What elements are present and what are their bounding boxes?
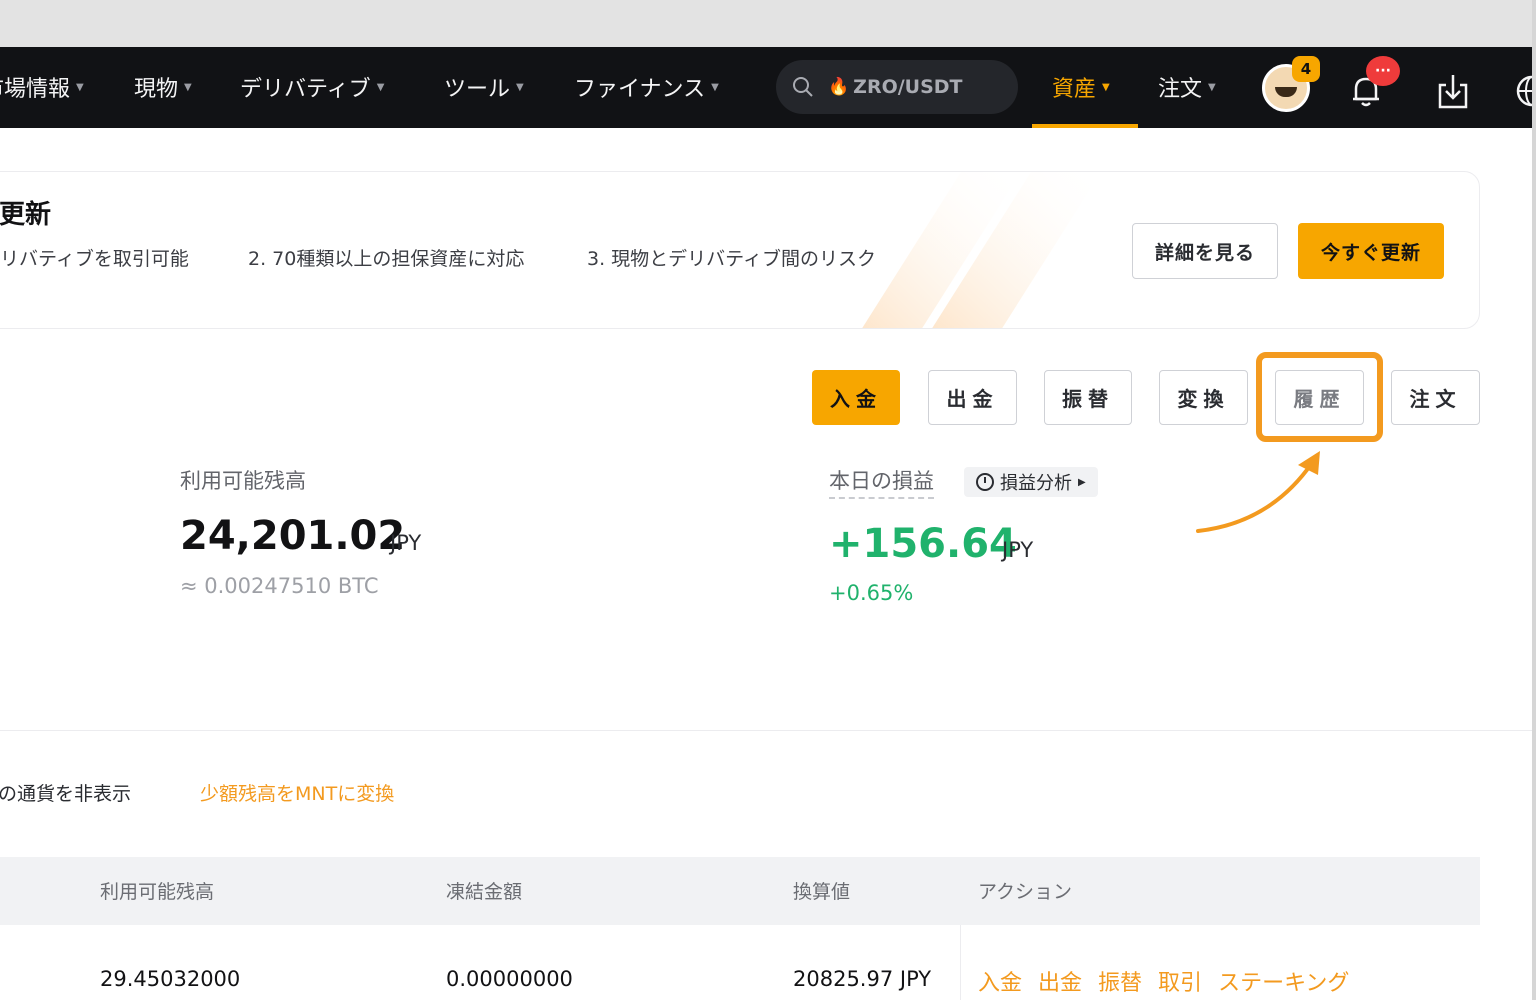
row-transfer-link[interactable]: 振替 — [1098, 965, 1142, 997]
chevron-right-icon: ▶ — [1078, 476, 1086, 488]
column-separator — [960, 925, 961, 1000]
page: 市場情報 ▼ 現物 ▼ デリバティブ ▼ ツール ▼ ファイナンス ▼ 🔥 ZRO/USD… — [0, 47, 1532, 1000]
nav-spot[interactable]: 現物 ▼ — [134, 69, 192, 105]
caret-down-icon: ▼ — [76, 81, 84, 93]
caret-down-icon: ▼ — [1102, 81, 1110, 93]
orders-button[interactable]: 注文 — [1391, 370, 1480, 425]
search-value: ZRO/USDT — [853, 76, 963, 98]
nav-label: デリバティブ — [240, 77, 371, 102]
convert-small-balance-link[interactable]: 少額残高をMNTに変換 — [200, 779, 394, 806]
row-trade-link[interactable]: 取引 — [1158, 965, 1202, 997]
row-withdraw-link[interactable]: 出金 — [1038, 965, 1082, 997]
globe-icon[interactable] — [1512, 71, 1532, 111]
today-pnl-value: +156.64 — [829, 521, 1017, 567]
upgrade-now-button[interactable]: 今すぐ更新 — [1298, 223, 1444, 279]
nav-assets[interactable]: 資産 ▼ — [1052, 69, 1110, 105]
nav-market-info[interactable]: 市場情報 ▼ — [0, 69, 84, 105]
nav-label: 注文 — [1158, 77, 1203, 102]
browser-chrome — [0, 0, 1536, 47]
pnl-analysis-label: 損益分析 — [1000, 473, 1072, 494]
deposit-button[interactable]: 入金 — [812, 370, 900, 425]
available-balance-value: 24,201.02 — [180, 513, 406, 559]
caret-down-icon: ▼ — [516, 81, 524, 93]
caret-down-icon: ▼ — [184, 81, 192, 93]
nav-label: 現物 — [134, 77, 179, 102]
notification-badge: ··· — [1366, 56, 1400, 86]
search-icon — [793, 77, 813, 97]
nav-label: 資産 — [1052, 77, 1097, 102]
caret-down-icon: ▼ — [1208, 81, 1216, 93]
active-tab-underline — [1032, 124, 1138, 128]
available-balance-unit: JPY — [390, 531, 422, 555]
today-pnl-label[interactable]: 本日の損益 — [829, 465, 934, 499]
download-icon[interactable] — [1434, 71, 1472, 111]
today-pnl-unit: JPY — [1002, 538, 1034, 562]
cell-available: 29.45032000 — [100, 967, 241, 991]
row-actions: 入金 出金 振替 取引 ステーキング — [978, 965, 1349, 997]
banner-point-3: 3. 現物とデリバティブ間のリスク — [587, 248, 877, 270]
pnl-analysis-link[interactable]: 損益分析 ▶ — [964, 467, 1098, 497]
clock-icon — [976, 473, 994, 491]
window-edge — [1532, 0, 1536, 1000]
today-pnl-percent: +0.65% — [829, 581, 914, 605]
search-input[interactable]: 🔥 ZRO/USDT — [776, 60, 1018, 114]
section-divider — [0, 730, 1532, 731]
header-frozen: 凍結金額 — [446, 881, 523, 903]
convert-button[interactable]: 変換 — [1159, 370, 1248, 425]
available-balance-label: 利用可能残高 — [180, 469, 306, 493]
header-actions: アクション — [978, 881, 1073, 903]
nav-label: 市場情報 — [0, 77, 71, 102]
nav-finance[interactable]: ファイナンス ▼ — [574, 69, 719, 105]
avatar-badge: 4 — [1292, 56, 1320, 82]
withdraw-button[interactable]: 出金 — [928, 370, 1017, 425]
details-button[interactable]: 詳細を見る — [1132, 223, 1278, 279]
history-highlight — [1256, 352, 1383, 442]
nav-orders[interactable]: 注文 ▼ — [1158, 69, 1216, 105]
transfer-button[interactable]: 振替 — [1044, 370, 1132, 425]
fire-icon: 🔥 — [828, 77, 850, 97]
table-header: 利用可能残高 凍結金額 換算値 アクション — [0, 857, 1480, 925]
nav-label: ツール — [444, 77, 511, 102]
top-nav: 市場情報 ▼ 現物 ▼ デリバティブ ▼ ツール ▼ ファイナンス ▼ 🔥 ZRO/USD… — [0, 47, 1532, 128]
cell-frozen: 0.00000000 — [446, 967, 573, 991]
avatar-face — [1275, 87, 1297, 97]
cell-converted: 20825.97 JPY — [793, 967, 932, 991]
nav-derivatives[interactable]: デリバティブ ▼ — [240, 69, 384, 105]
hide-zero-toggle[interactable]: ゼロの通貨を非表示 — [0, 779, 131, 806]
banner-point-1: デリバティブを取引可能 — [0, 248, 189, 270]
nav-tools[interactable]: ツール ▼ — [444, 69, 524, 105]
row-deposit-link[interactable]: 入金 — [978, 965, 1022, 997]
banner-title: 更新 — [0, 200, 52, 230]
pointer-arrow — [1196, 451, 1320, 533]
banner-decoration — [862, 172, 1101, 328]
caret-down-icon: ▼ — [711, 81, 719, 93]
header-converted: 換算値 — [793, 881, 851, 903]
header-available: 利用可能残高 — [100, 881, 215, 903]
upgrade-banner: 更新 デリバティブを取引可能 2. 70種類以上の担保資産に対応 3. 現物とデ… — [0, 171, 1480, 329]
row-staking-link[interactable]: ステーキング — [1218, 965, 1349, 997]
nav-label: ファイナンス — [574, 77, 706, 102]
btc-equivalent: ≈ 0.00247510 BTC — [180, 574, 379, 598]
banner-point-2: 2. 70種類以上の担保資産に対応 — [248, 248, 525, 270]
caret-down-icon: ▼ — [376, 81, 385, 93]
